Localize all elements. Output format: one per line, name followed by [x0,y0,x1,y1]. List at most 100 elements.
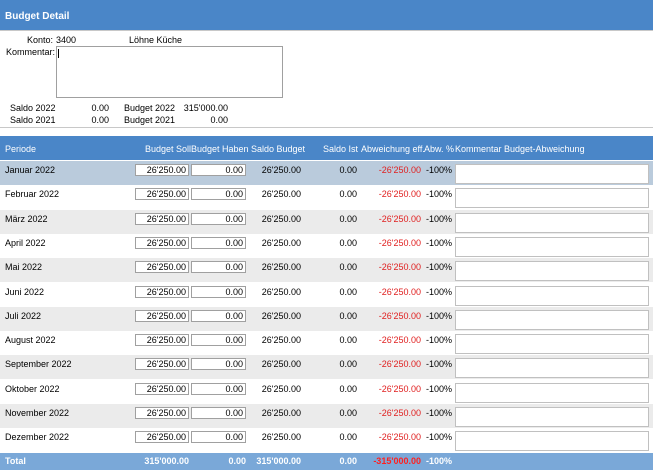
cell-abweichung: -26'250.00 [378,286,421,297]
kommentar-label: Kommentar: [6,47,56,57]
col-header-budget-soll[interactable]: Budget Soll [145,144,191,154]
cell-abweichung: -26'250.00 [378,408,421,418]
summary-label2: Budget 2022 [124,103,176,113]
table-row[interactable]: November 2022 26'250.00 0.00 26'250.00 0.00-… [0,404,653,428]
cell-saldo-budget: 26'250.00 [261,408,301,418]
cell-abweichung: -26'250.00 [378,432,421,443]
cell-periode: Oktober 2022 [5,383,60,394]
cell-periode: April 2022 [5,237,46,248]
budget-haben-input[interactable]: 0.00 [191,407,246,419]
cell-saldo-budget: 26'250.00 [261,165,301,175]
kommentar-budget-input[interactable] [455,261,649,282]
budget-haben-input[interactable]: 0.00 [191,358,246,371]
budget-soll-input[interactable]: 26'250.00 [135,212,189,225]
cell-saldo-ist: 0.00 [339,310,357,321]
table-row[interactable]: August 2022 26'250.00 0.00 26'250.00 0.00 -26… [0,331,653,356]
col-header-abw-pct[interactable]: Abw. % [424,144,454,154]
cell-saldo-ist: 0.00 [339,189,357,200]
budget-haben-input[interactable]: 0.00 [191,285,246,298]
budget-haben-input[interactable]: 0.00 [191,164,246,176]
kommentar-textarea[interactable] [56,46,283,98]
budget-haben-input[interactable]: 0.00 [191,431,246,444]
kommentar-budget-input[interactable] [455,285,649,306]
cell-saldo-ist: 0.00 [339,335,357,346]
cell-saldo-budget: 26'250.00 [261,432,301,443]
cell-saldo-budget: 26'250.00 [261,189,301,200]
col-header-saldo-ist[interactable]: Saldo Ist [323,144,358,154]
total-saldo-budget: 315'000.00 [256,456,301,466]
title-bar: Budget Detail [0,0,653,30]
budget-haben-input[interactable]: 0.00 [191,188,246,201]
budget-haben-input[interactable]: 0.00 [191,236,246,249]
summary-value: 0.00 [91,103,109,113]
table-row[interactable]: Juli 2022 26'250.00 0.00 26'250.00 0.00 -26'2… [0,306,653,331]
table-row[interactable]: Dezember 2022 26'250.00 0.00 26'250.00 0.00-… [0,428,653,453]
table-row[interactable]: Mai 2022 26'250.00 0.00 26'250.00 0.00 -26'25… [0,258,653,283]
budget-haben-input[interactable]: 0.00 [191,212,246,225]
col-header-abweichung[interactable]: Abweichung eff. [361,144,425,154]
kommentar-budget-input[interactable] [455,236,649,257]
budget-haben-input[interactable]: 0.00 [191,261,246,274]
table-row[interactable]: Oktober 2022 26'250.00 0.00 26'250.00 0.00 -2… [0,379,653,404]
cell-abweichung: -26'250.00 [378,310,421,321]
kommentar-budget-input[interactable] [455,188,649,209]
table-row[interactable]: April 2022 26'250.00 0.00 26'250.00 0.00 -26'… [0,233,653,258]
cell-periode: Juni 2022 [5,286,45,297]
total-saldo-ist: 0.00 [339,456,357,466]
table-row[interactable]: Juni 2022 26'250.00 0.00 26'250.00 0.00 -26'2… [0,282,653,307]
cell-saldo-budget: 26'250.00 [261,383,301,394]
kommentar-budget-input[interactable] [455,164,649,184]
budget-soll-input[interactable]: 26'250.00 [135,407,189,419]
budget-haben-input[interactable]: 0.00 [191,309,246,322]
kommentar-budget-input[interactable] [455,334,649,355]
kommentar-budget-input[interactable] [455,431,649,452]
budget-soll-input[interactable]: 26'250.00 [135,188,189,201]
cell-saldo-ist: 0.00 [339,432,357,443]
konto-label: Konto: [26,35,53,45]
cell-periode: November 2022 [5,408,70,418]
cell-abweichung: -26'250.00 [378,237,421,248]
cell-abw-pct: -100% [425,262,452,273]
cell-saldo-ist: 0.00 [339,165,357,175]
budget-soll-input[interactable]: 26'250.00 [135,358,189,371]
budget-soll-input[interactable]: 26'250.00 [135,261,189,274]
cell-abw-pct: -100% [425,432,452,443]
cell-saldo-budget: 26'250.00 [261,286,301,297]
cell-saldo-ist: 0.00 [339,237,357,248]
col-header-periode[interactable]: Periode [5,144,36,154]
cell-abw-pct: -100% [425,359,452,370]
cell-periode: Mai 2022 [5,262,43,273]
budget-soll-input[interactable]: 26'250.00 [135,334,189,347]
col-header-kommentar[interactable]: Kommentar Budget-Abweichung [455,144,585,154]
cell-abweichung: -26'250.00 [378,383,421,394]
kommentar-budget-input[interactable] [455,382,649,403]
cell-abw-pct: -100% [425,310,452,321]
kommentar-budget-input[interactable] [455,358,649,379]
table-row[interactable]: September 2022 26'250.00 0.00 26'250.00 0.00… [0,355,653,380]
kommentar-budget-input[interactable] [455,212,649,233]
cell-saldo-budget: 26'250.00 [261,359,301,370]
kommentar-budget-input[interactable] [455,309,649,330]
table-row[interactable]: Februar 2022 26'250.00 0.00 26'250.00 0.00 -2… [0,185,653,210]
total-row: Total 315'000.00 0.00 315'000.00 0.00 -3… [0,453,653,470]
budget-haben-input[interactable]: 0.00 [191,334,246,347]
cell-saldo-ist: 0.00 [339,408,357,418]
cell-abw-pct: -100% [425,408,452,418]
kommentar-budget-input[interactable] [455,407,649,427]
total-abweichung: -315'000.00 [373,456,421,466]
cell-saldo-budget: 26'250.00 [261,335,301,346]
budget-soll-input[interactable]: 26'250.00 [135,382,189,395]
budget-soll-input[interactable]: 26'250.00 [135,431,189,444]
budget-soll-input[interactable]: 26'250.00 [135,309,189,322]
col-header-saldo-budget[interactable]: Saldo Budget [251,144,305,154]
table-header: Periode Budget Soll Budget Haben Saldo B… [0,136,653,160]
table-row[interactable]: Januar 2022 26'250.00 0.00 26'250.00 0.00 -26… [0,161,653,185]
budget-soll-input[interactable]: 26'250.00 [135,236,189,249]
budget-soll-input[interactable]: 26'250.00 [135,285,189,298]
col-header-budget-haben[interactable]: Budget Haben [191,144,249,154]
summary-label: Saldo 2022 [10,103,56,113]
budget-soll-input[interactable]: 26'250.00 [135,164,189,176]
table-row[interactable]: März 2022 26'250.00 0.00 26'250.00 0.00 -26'2… [0,209,653,234]
budget-haben-input[interactable]: 0.00 [191,382,246,395]
cell-saldo-budget: 26'250.00 [261,310,301,321]
